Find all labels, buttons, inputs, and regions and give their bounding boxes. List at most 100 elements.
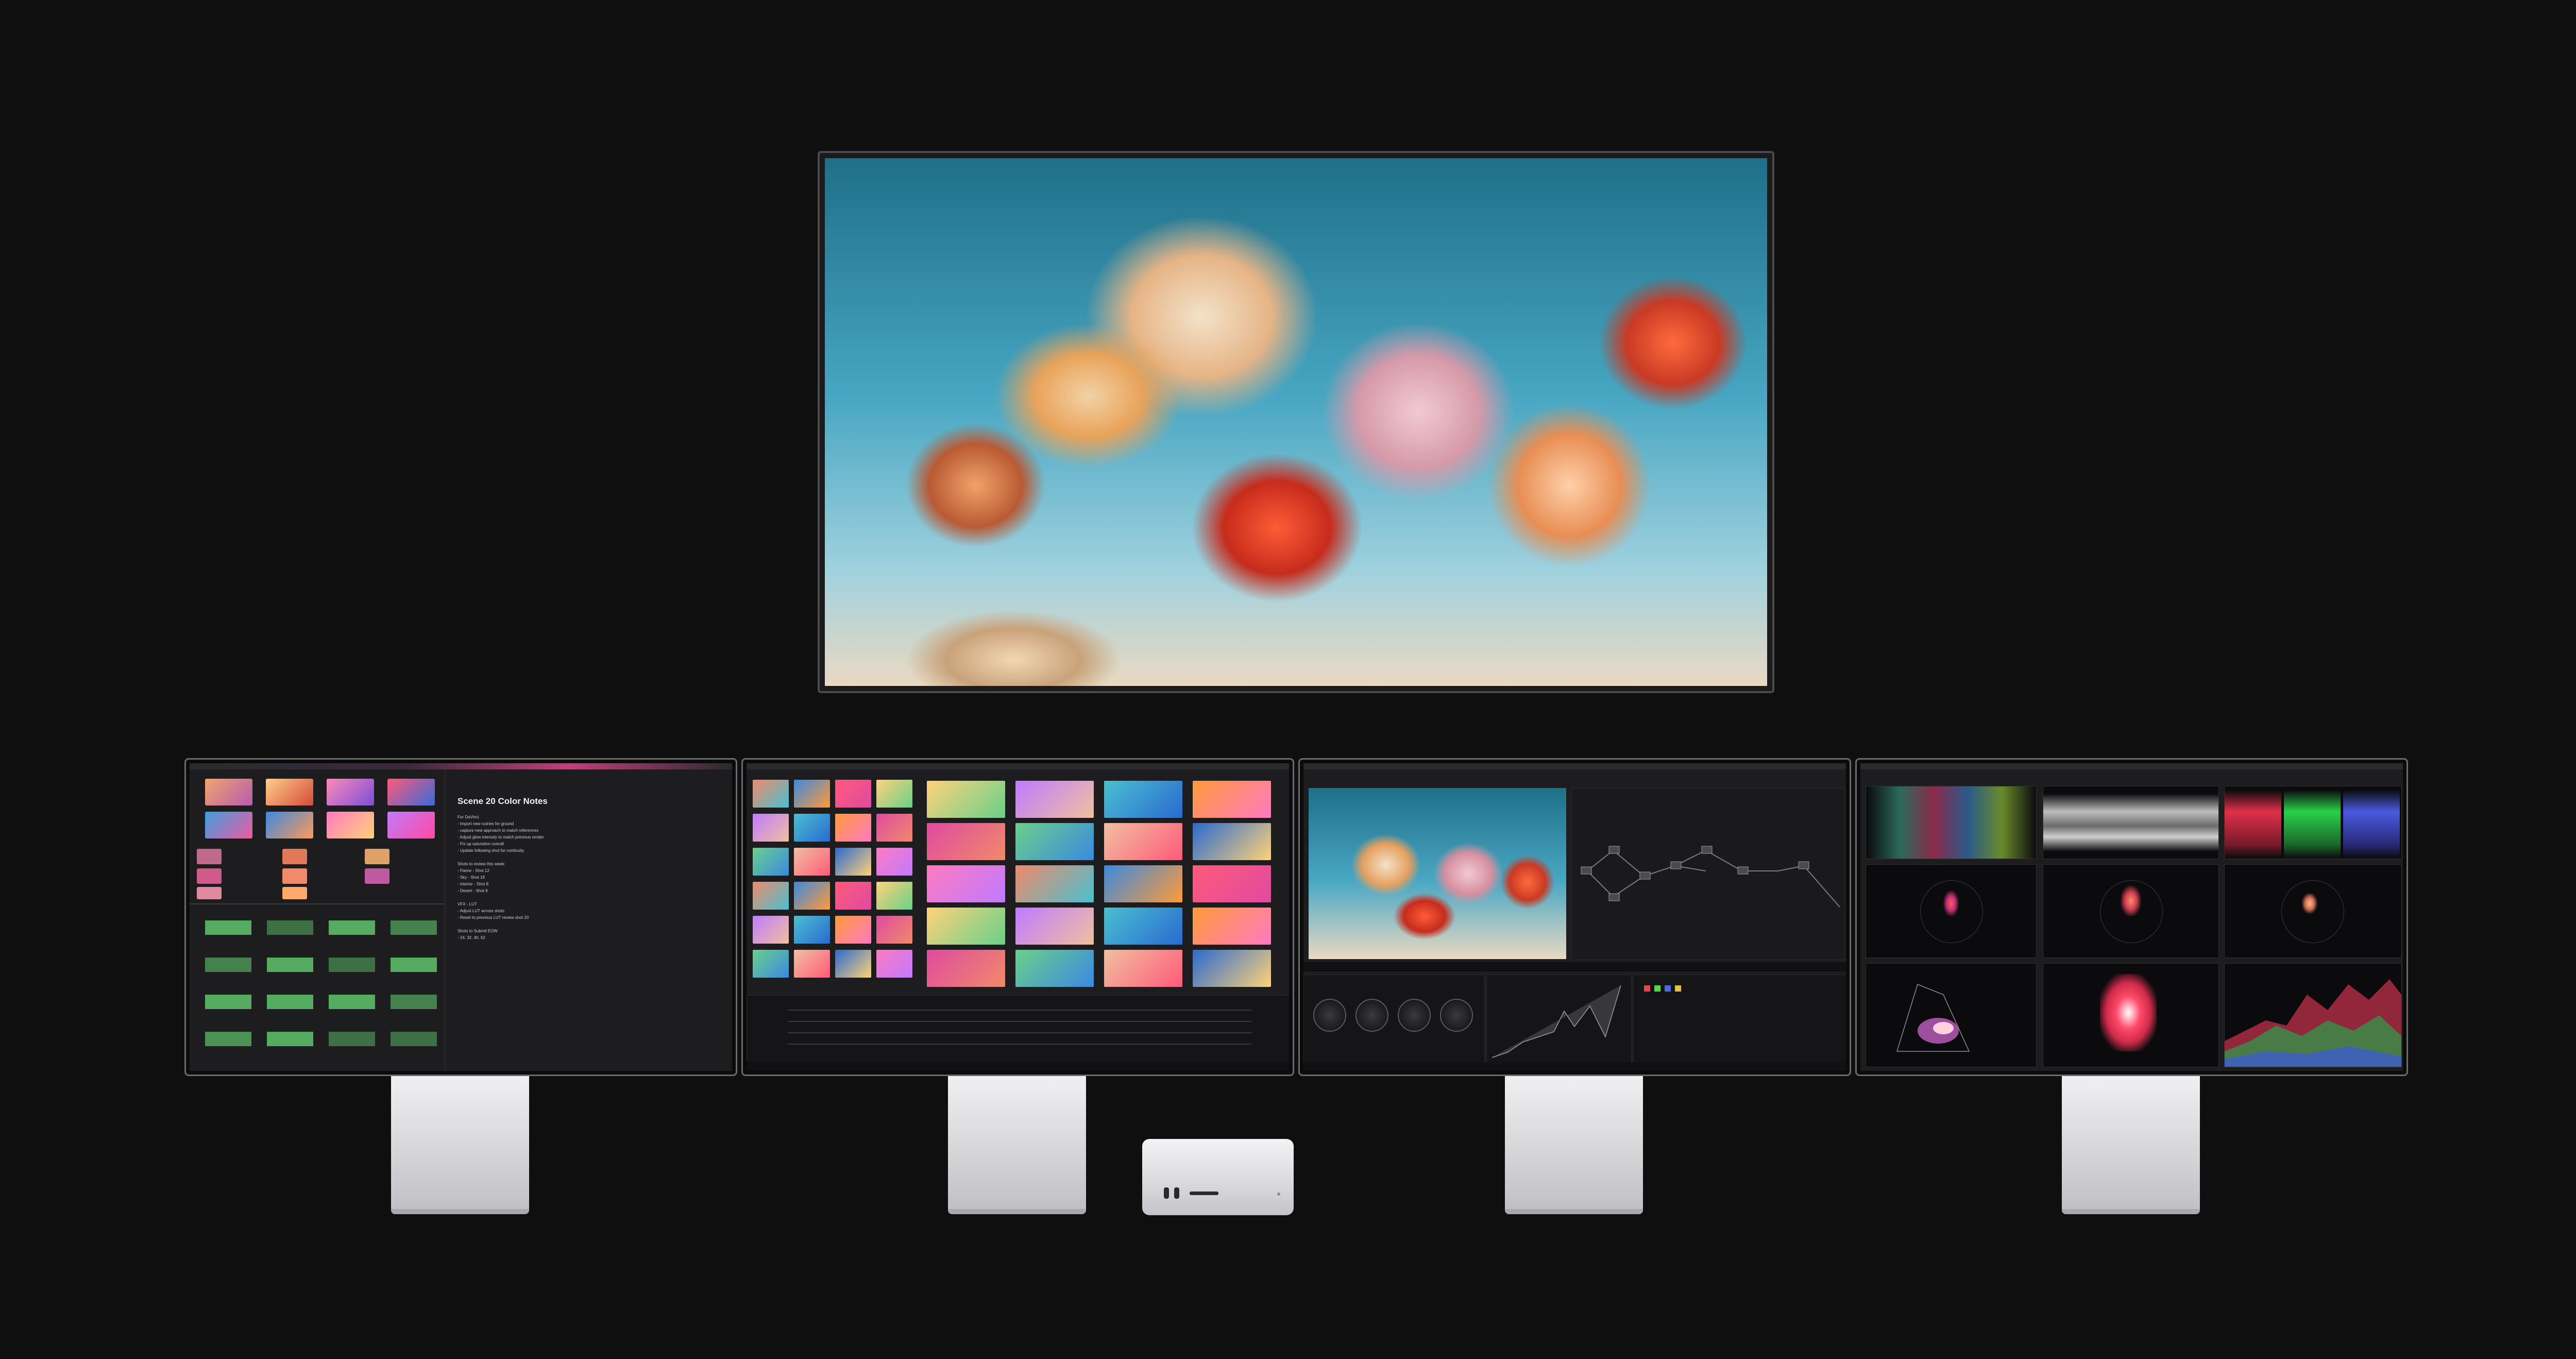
color-swatch[interactable] <box>1654 985 1660 992</box>
audio-waveform[interactable] <box>267 990 313 1014</box>
media-thumbnail-large[interactable] <box>1193 865 1271 902</box>
media-thumbnail-large[interactable] <box>927 950 1005 987</box>
audio-waveform[interactable] <box>391 953 437 977</box>
media-thumbnail[interactable] <box>876 814 912 842</box>
audio-waveform[interactable] <box>329 1027 375 1051</box>
media-thumbnail[interactable] <box>282 849 307 864</box>
media-thumbnail[interactable] <box>835 950 871 978</box>
media-thumbnail-large[interactable] <box>1193 823 1271 860</box>
media-thumbnail-large[interactable] <box>927 823 1005 860</box>
media-thumbnail[interactable] <box>205 779 252 806</box>
media-thumbnail[interactable] <box>835 882 871 910</box>
vectorscope <box>2043 864 2219 958</box>
audio-waveform[interactable] <box>205 916 251 939</box>
media-thumbnail[interactable] <box>876 780 912 808</box>
audio-waveform[interactable] <box>391 1027 437 1051</box>
audio-waveform[interactable] <box>391 916 437 939</box>
media-thumbnail-large[interactable] <box>1193 950 1271 987</box>
media-thumbnail[interactable] <box>835 780 871 808</box>
media-thumbnail[interactable] <box>387 779 435 806</box>
media-thumbnail[interactable] <box>197 849 222 864</box>
media-thumbnail-large[interactable] <box>1104 781 1182 818</box>
media-thumbnail-large[interactable] <box>1104 865 1182 902</box>
color-swatch[interactable] <box>1644 985 1650 992</box>
note-line: - Fix up saturation overall <box>457 842 504 846</box>
viewer-image[interactable] <box>1309 788 1566 959</box>
media-thumbnail-large[interactable] <box>1015 950 1094 987</box>
color-wheel-gamma[interactable] <box>1355 999 1388 1032</box>
media-thumbnail[interactable] <box>365 849 389 864</box>
color-wheel-gain[interactable] <box>1398 999 1431 1032</box>
media-thumbnail[interactable] <box>794 780 830 808</box>
audio-waveform[interactable] <box>267 1027 313 1051</box>
media-thumbnail[interactable] <box>282 887 307 899</box>
audio-waveform[interactable] <box>205 990 251 1014</box>
audio-waveform[interactable] <box>267 916 313 939</box>
media-thumbnail[interactable] <box>753 780 789 808</box>
color-wheel-lift[interactable] <box>1313 999 1346 1032</box>
media-thumbnail-large[interactable] <box>1015 865 1094 902</box>
color-wheel-offset[interactable] <box>1440 999 1473 1032</box>
media-thumbnail-large[interactable] <box>1104 950 1182 987</box>
monitor-3 <box>1298 758 1851 1076</box>
curves-panel[interactable] <box>1486 975 1632 1063</box>
media-thumbnail[interactable] <box>205 812 252 838</box>
media-thumbnail[interactable] <box>876 848 912 876</box>
media-thumbnail[interactable] <box>753 882 789 910</box>
media-thumbnail[interactable] <box>197 868 222 884</box>
inspector-panel[interactable] <box>1633 975 1846 1063</box>
media-thumbnail[interactable] <box>835 814 871 842</box>
media-thumbnail[interactable] <box>753 950 789 978</box>
media-thumbnail[interactable] <box>327 779 374 806</box>
color-swatch[interactable] <box>1675 985 1681 992</box>
media-thumbnail[interactable] <box>835 916 871 944</box>
media-thumbnail-large[interactable] <box>1193 908 1271 945</box>
media-thumbnail-large[interactable] <box>1015 823 1094 860</box>
media-thumbnail[interactable] <box>835 848 871 876</box>
media-thumbnail[interactable] <box>753 848 789 876</box>
media-thumbnail[interactable] <box>266 812 313 838</box>
media-thumbnail[interactable] <box>794 950 830 978</box>
media-thumbnail-large[interactable] <box>1015 908 1094 945</box>
audio-waveform[interactable] <box>329 916 375 939</box>
media-thumbnail[interactable] <box>282 868 307 884</box>
media-thumbnail-large[interactable] <box>1193 781 1271 818</box>
media-thumbnail[interactable] <box>794 814 830 842</box>
audio-waveform[interactable] <box>267 953 313 977</box>
screen-video-scopes <box>1860 763 2403 1071</box>
media-thumbnail[interactable] <box>266 779 313 806</box>
luma-graph <box>1492 985 1621 1058</box>
3d-scope-trace <box>2100 974 2157 1051</box>
media-thumbnail[interactable] <box>387 812 435 838</box>
media-thumbnail-large[interactable] <box>1104 823 1182 860</box>
audio-waveform[interactable] <box>205 1027 251 1051</box>
audio-waveform[interactable] <box>329 990 375 1014</box>
media-thumbnail-large[interactable] <box>927 908 1005 945</box>
note-line: Shots to review this week: <box>457 862 505 866</box>
media-thumbnail[interactable] <box>365 868 389 884</box>
media-thumbnail[interactable] <box>876 882 912 910</box>
transport-controls[interactable] <box>1303 962 1846 971</box>
color-swatch[interactable] <box>1665 985 1671 992</box>
media-thumbnail[interactable] <box>794 848 830 876</box>
media-thumbnail-large[interactable] <box>927 865 1005 902</box>
audio-waveform[interactable] <box>391 990 437 1014</box>
audio-waveform[interactable] <box>205 953 251 977</box>
media-thumbnail-large[interactable] <box>927 781 1005 818</box>
audio-waveform[interactable] <box>329 953 375 977</box>
bottom-toolbar <box>747 1061 1289 1071</box>
node-editor[interactable] <box>1571 788 1845 960</box>
note-line: - Update following shot for continuity <box>457 848 524 853</box>
color-wheels-panel[interactable] <box>1303 975 1485 1063</box>
media-thumbnail[interactable] <box>876 950 912 978</box>
parade-blue <box>2343 786 2400 859</box>
media-thumbnail[interactable] <box>876 916 912 944</box>
media-thumbnail[interactable] <box>794 916 830 944</box>
media-thumbnail[interactable] <box>794 882 830 910</box>
media-thumbnail[interactable] <box>327 812 374 838</box>
media-thumbnail[interactable] <box>197 887 222 899</box>
media-thumbnail[interactable] <box>753 814 789 842</box>
media-thumbnail-large[interactable] <box>1104 908 1182 945</box>
media-thumbnail-large[interactable] <box>1015 781 1094 818</box>
media-thumbnail[interactable] <box>753 916 789 944</box>
